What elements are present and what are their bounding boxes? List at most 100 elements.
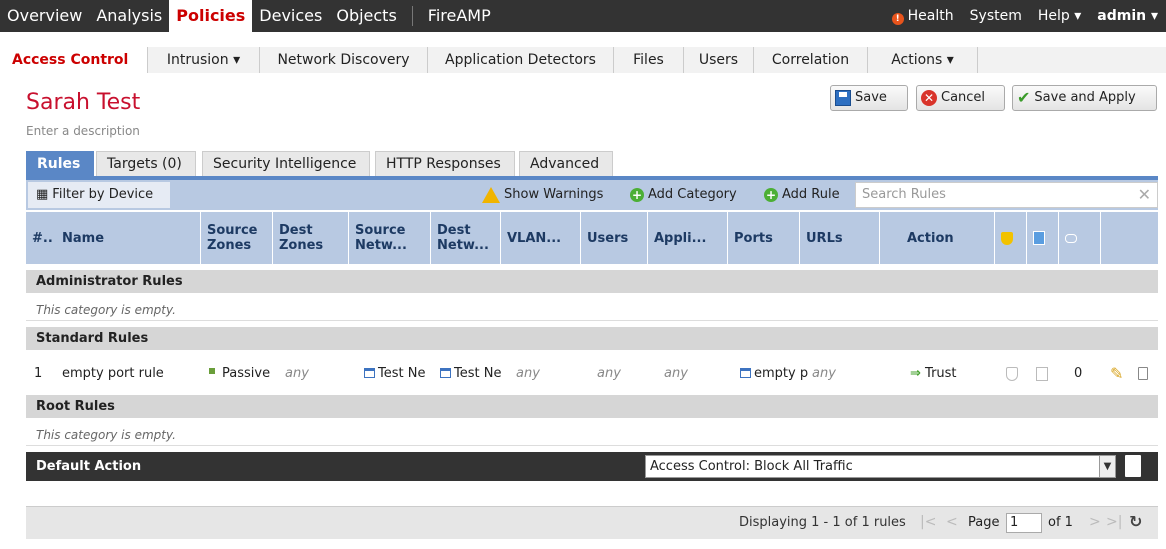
subnav-actions[interactable]: Actions ▾	[868, 47, 978, 73]
subnav-access-control[interactable]: Access Control	[0, 47, 148, 73]
check-icon: ✔	[1017, 88, 1031, 107]
category-empty-text: This category is empty.	[26, 424, 1158, 446]
rule-users[interactable]: any	[597, 358, 647, 390]
shield-icon	[1006, 367, 1018, 381]
col-vlan[interactable]: VLAN...	[500, 212, 580, 264]
search-rules-input[interactable]: Search Rules ✕	[855, 182, 1158, 208]
col-source-zones[interactable]: Source Zones	[200, 212, 272, 264]
rule-vlan[interactable]: any	[516, 358, 576, 390]
col-urls[interactable]: URLs	[799, 212, 879, 264]
col-ports[interactable]: Ports	[727, 212, 799, 264]
col-comments-icon[interactable]	[1058, 212, 1100, 264]
subnav-application-detectors[interactable]: Application Detectors	[428, 47, 614, 73]
default-action-label: Default Action	[36, 459, 142, 474]
last-page-icon[interactable]: >|	[1106, 514, 1122, 530]
filter-label: Filter by Device	[52, 187, 154, 202]
rule-ips[interactable]	[1006, 358, 1026, 390]
col-name[interactable]: Name	[56, 212, 184, 264]
col-users[interactable]: Users	[580, 212, 647, 264]
policy-title[interactable]: Sarah Test	[26, 90, 140, 115]
ports-value: empty p	[754, 366, 809, 381]
rule-action[interactable]: ⇒ Trust	[910, 358, 990, 390]
filter-by-device-button[interactable]: ▦ Filter by Device	[28, 182, 170, 208]
comment-icon	[1065, 233, 1077, 243]
page-input[interactable]: 1	[1006, 513, 1042, 533]
cancel-icon: ✕	[921, 90, 937, 106]
nav-objects[interactable]: Objects	[329, 0, 403, 32]
next-page-icon[interactable]: >	[1089, 514, 1101, 530]
tab-rules[interactable]: Rules	[26, 151, 94, 176]
subnav-intrusion[interactable]: Intrusion ▾	[148, 47, 260, 73]
cancel-label: Cancel	[941, 90, 986, 105]
col-dest-zones[interactable]: Dest Zones	[272, 212, 348, 264]
refresh-icon[interactable]: ↻	[1129, 512, 1142, 531]
clear-search-icon[interactable]: ✕	[1138, 183, 1151, 207]
source-network-value: Test Ne	[378, 366, 426, 381]
col-source-networks[interactable]: Source Netw...	[348, 212, 430, 264]
nav-analysis[interactable]: Analysis	[89, 0, 169, 32]
top-nav: Overview Analysis Policies Devices Objec…	[0, 0, 1166, 32]
rule-dest-zones[interactable]: any	[285, 358, 345, 390]
first-page-icon[interactable]: |<	[920, 514, 936, 530]
cancel-button[interactable]: ✕ Cancel	[916, 85, 1005, 111]
search-placeholder: Search Rules	[862, 187, 946, 202]
policy-description[interactable]: Enter a description	[26, 124, 140, 138]
delete-button[interactable]	[1138, 358, 1154, 390]
help-menu[interactable]: Help ▾	[1030, 8, 1089, 24]
system-menu[interactable]: System	[962, 8, 1030, 24]
network-object-icon	[440, 368, 451, 378]
col-action[interactable]: Action	[879, 212, 994, 264]
category-administrator-rules[interactable]: Administrator Rules	[26, 270, 1158, 293]
rule-urls[interactable]: any	[812, 358, 872, 390]
prev-page-icon[interactable]: <	[946, 514, 958, 530]
rule-name[interactable]: empty port rule	[62, 358, 192, 390]
trust-arrow-icon: ⇒	[910, 366, 921, 381]
default-action-log-icon[interactable]	[1125, 455, 1141, 477]
page-of: of 1	[1048, 515, 1073, 530]
health-menu[interactable]: ! Health	[884, 8, 962, 25]
trash-icon	[1138, 367, 1148, 380]
rule-ports[interactable]: empty p	[740, 358, 812, 390]
network-object-icon	[364, 368, 375, 378]
rule-source-networks[interactable]: Test Ne	[364, 358, 438, 390]
default-action-select[interactable]: Access Control: Block All Traffic ▼	[645, 455, 1116, 478]
tab-targets[interactable]: Targets (0)	[96, 151, 196, 176]
col-dest-networks[interactable]: Dest Netw...	[430, 212, 500, 264]
tab-advanced[interactable]: Advanced	[519, 151, 613, 176]
edit-icon[interactable]: ✎	[1110, 358, 1130, 390]
tab-security-intelligence[interactable]: Security Intelligence	[202, 151, 370, 176]
rule-logging[interactable]	[1036, 358, 1056, 390]
device-filter-icon: ▦	[36, 187, 49, 202]
health-alert-icon: !	[891, 12, 904, 25]
rule-comment-count[interactable]: 0	[1074, 358, 1094, 390]
nav-fireamp[interactable]: FireAMP	[421, 0, 498, 32]
nav-policies[interactable]: Policies	[169, 0, 253, 32]
save-button[interactable]: Save	[830, 85, 908, 111]
nav-overview[interactable]: Overview	[0, 0, 89, 32]
col-applications[interactable]: Appli...	[647, 212, 727, 264]
tab-http-responses[interactable]: HTTP Responses	[375, 151, 515, 176]
rule-applications[interactable]: any	[664, 358, 724, 390]
default-action-value: Access Control: Block All Traffic	[650, 459, 853, 474]
category-standard-rules[interactable]: Standard Rules	[26, 327, 1158, 350]
shield-icon	[1001, 231, 1013, 245]
col-number[interactable]: #..	[26, 212, 56, 264]
chevron-down-icon: ▼	[1099, 456, 1115, 477]
add-rule-button[interactable]: + Add Rule	[756, 182, 848, 208]
user-menu[interactable]: admin ▾	[1089, 8, 1166, 24]
subnav-files[interactable]: Files	[614, 47, 684, 73]
add-rule-icon: +	[764, 188, 778, 202]
col-ips-icon[interactable]	[994, 212, 1026, 264]
save-label: Save	[855, 90, 887, 105]
rule-source-zones[interactable]: Passive	[206, 358, 278, 390]
add-category-button[interactable]: + Add Category	[622, 182, 745, 208]
save-and-apply-button[interactable]: ✔ Save and Apply	[1012, 85, 1157, 111]
col-logging-icon[interactable]	[1026, 212, 1058, 264]
subnav-users[interactable]: Users	[684, 47, 754, 73]
rule-dest-networks[interactable]: Test Ne	[440, 358, 512, 390]
subnav-correlation[interactable]: Correlation	[754, 47, 868, 73]
subnav-network-discovery[interactable]: Network Discovery	[260, 47, 428, 73]
category-root-rules[interactable]: Root Rules	[26, 395, 1158, 418]
show-warnings-button[interactable]: Show Warnings	[474, 182, 611, 208]
nav-devices[interactable]: Devices	[252, 0, 329, 32]
